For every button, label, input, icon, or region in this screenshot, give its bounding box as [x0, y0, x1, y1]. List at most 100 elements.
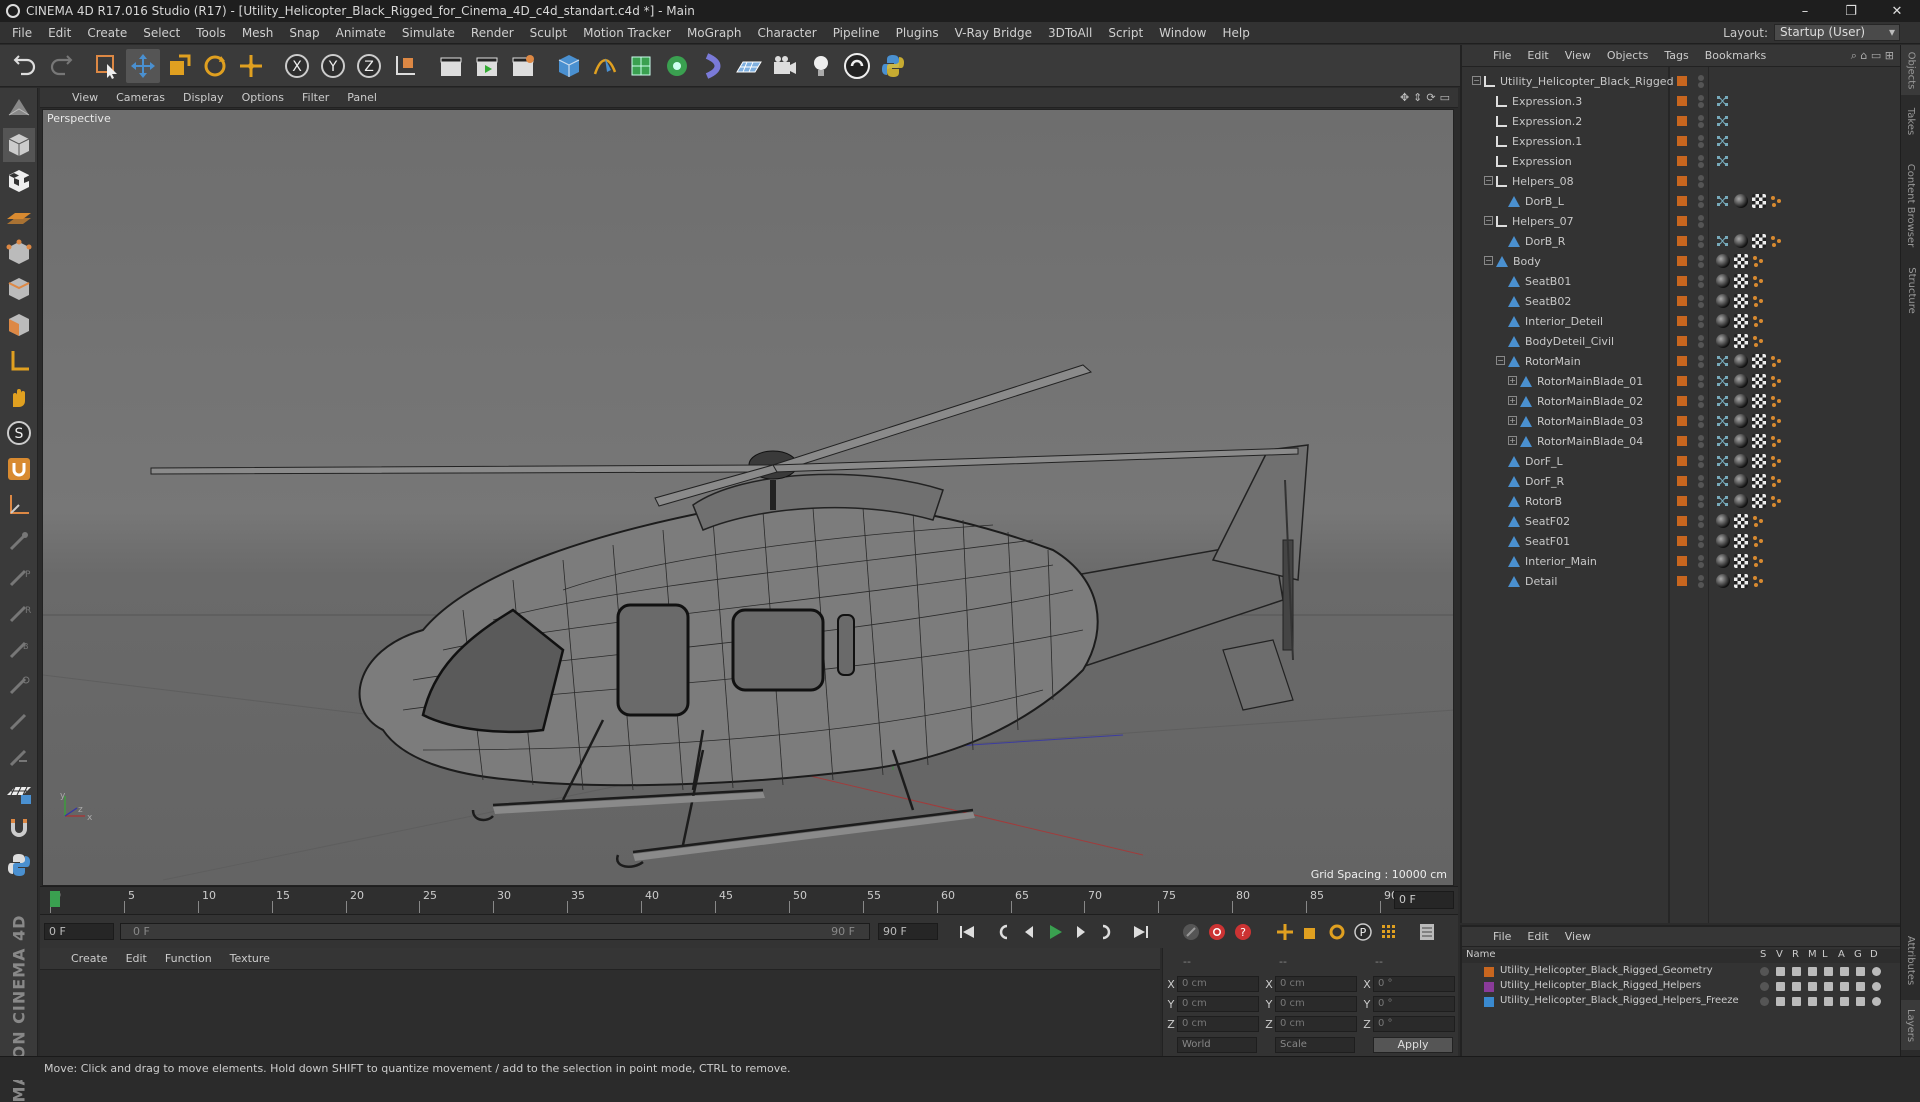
- material-tag-icon[interactable]: [1716, 314, 1730, 328]
- editor-visibility-dot[interactable]: [1698, 415, 1704, 421]
- layer-row[interactable]: Utility_Helicopter_Black_Rigged_Geometry: [1462, 965, 1902, 979]
- menu-help[interactable]: Help: [1214, 26, 1257, 40]
- layer-animation-toggle-icon[interactable]: [1840, 982, 1849, 991]
- editor-visibility-dot[interactable]: [1698, 455, 1704, 461]
- material-tag-icon[interactable]: [1734, 354, 1748, 368]
- layer-generators-toggle-icon[interactable]: [1856, 997, 1865, 1006]
- redo-button[interactable]: [44, 49, 78, 83]
- expand-toggle-icon[interactable]: −: [1496, 356, 1505, 365]
- layer-color-swatch[interactable]: [1677, 296, 1687, 306]
- editor-visibility-dot[interactable]: [1698, 355, 1704, 361]
- render-visibility-dot[interactable]: [1698, 182, 1704, 188]
- selection-tag-icon[interactable]: [1752, 515, 1764, 527]
- menu-mograph[interactable]: MoGraph: [679, 26, 750, 40]
- layer-locked-toggle-icon[interactable]: [1824, 967, 1833, 976]
- layer-manager-toggle-icon[interactable]: [1808, 997, 1817, 1006]
- render-visibility-dot[interactable]: [1698, 462, 1704, 468]
- editor-visibility-dot[interactable]: [1698, 495, 1704, 501]
- preview-range-slider[interactable]: 0 F 90 F: [120, 923, 870, 940]
- layer-deformers-toggle-icon[interactable]: [1872, 997, 1881, 1006]
- layer-manager-toggle-icon[interactable]: [1808, 982, 1817, 991]
- render-view-button[interactable]: [434, 49, 468, 83]
- selection-tag-icon[interactable]: [1752, 295, 1764, 307]
- layer-color-swatch[interactable]: [1677, 196, 1687, 206]
- timeline-ruler[interactable]: 051015202530354045505560657075808590 0 F: [40, 886, 1458, 914]
- layer-visible-editor-toggle-icon[interactable]: [1776, 982, 1785, 991]
- xpresso-tag-icon[interactable]: [1716, 94, 1730, 108]
- render-settings-button[interactable]: [506, 49, 540, 83]
- side-tab-takes[interactable]: Takes: [1901, 101, 1920, 141]
- key-scale-button[interactable]: [1298, 919, 1324, 945]
- live-selection-button[interactable]: [90, 49, 124, 83]
- array-button[interactable]: [660, 49, 694, 83]
- apply-button[interactable]: Apply: [1373, 1037, 1453, 1053]
- object-row[interactable]: Interior_Deteil: [1462, 311, 1902, 331]
- menu-create[interactable]: Create: [79, 26, 135, 40]
- material-tag-icon[interactable]: [1716, 334, 1730, 348]
- texture-tag-icon[interactable]: [1752, 454, 1766, 468]
- editor-visibility-dot[interactable]: [1698, 515, 1704, 521]
- selection-tag-icon[interactable]: [1752, 335, 1764, 347]
- key-position-button[interactable]: [1272, 919, 1298, 945]
- material-tag-icon[interactable]: [1734, 194, 1748, 208]
- viewport-menu-panel[interactable]: Panel: [341, 91, 383, 104]
- sculpt-tool-1-button[interactable]: [3, 524, 35, 558]
- menu-character[interactable]: Character: [749, 26, 824, 40]
- rotation-p-field[interactable]: 0 °: [1373, 996, 1455, 1012]
- material-menu-create[interactable]: Create: [64, 952, 115, 965]
- viewport-menu-view[interactable]: View: [66, 91, 104, 104]
- material-area[interactable]: [40, 970, 1160, 1056]
- objects-menu-edit[interactable]: Edit: [1520, 49, 1555, 62]
- size-z-field[interactable]: 0 cm: [1275, 1016, 1357, 1032]
- editor-visibility-dot[interactable]: [1698, 435, 1704, 441]
- menu-sculpt[interactable]: Sculpt: [522, 26, 575, 40]
- editor-visibility-dot[interactable]: [1698, 535, 1704, 541]
- editor-visibility-dot[interactable]: [1698, 215, 1704, 221]
- layer-visible-render-toggle-icon[interactable]: [1792, 982, 1801, 991]
- transform-tool-button[interactable]: [234, 49, 268, 83]
- xpresso-tag-icon[interactable]: [1716, 354, 1730, 368]
- texture-tag-icon[interactable]: [1734, 274, 1748, 288]
- editor-visibility-dot[interactable]: [1698, 575, 1704, 581]
- texture-tag-icon[interactable]: [1752, 354, 1766, 368]
- viewport-rotate-icon[interactable]: ⟳: [1426, 91, 1435, 104]
- editor-visibility-dot[interactable]: [1698, 75, 1704, 81]
- polygons-mode-button[interactable]: [3, 308, 35, 342]
- viewport-menu-display[interactable]: Display: [177, 91, 230, 104]
- objects-search-icon[interactable]: ⌕ ⌂ ▭ ⊞: [1851, 49, 1894, 63]
- editor-visibility-dot[interactable]: [1698, 395, 1704, 401]
- texture-tag-icon[interactable]: [1734, 314, 1748, 328]
- sculpt-tool-5-button[interactable]: [3, 668, 35, 702]
- next-key-button[interactable]: [1094, 919, 1120, 945]
- render-visibility-dot[interactable]: [1698, 242, 1704, 248]
- material-menu-texture[interactable]: Texture: [223, 952, 277, 965]
- expand-toggle-icon[interactable]: +: [1508, 376, 1517, 385]
- tweak-mode-button[interactable]: [3, 380, 35, 414]
- menu-edit[interactable]: Edit: [40, 26, 79, 40]
- editor-visibility-dot[interactable]: [1698, 115, 1704, 121]
- editor-visibility-dot[interactable]: [1698, 235, 1704, 241]
- xpresso-tag-icon[interactable]: [1716, 374, 1730, 388]
- close-button[interactable]: ✕: [1874, 0, 1920, 22]
- material-tag-icon[interactable]: [1716, 514, 1730, 528]
- selection-tag-icon[interactable]: [1770, 375, 1782, 387]
- undo-button[interactable]: [8, 49, 42, 83]
- current-frame-field[interactable]: 0 F: [1394, 891, 1454, 909]
- xpresso-tag-icon[interactable]: [1716, 434, 1730, 448]
- sculpt-tool-3-button[interactable]: R: [3, 596, 35, 630]
- selection-tag-icon[interactable]: [1752, 575, 1764, 587]
- layer-color-swatch[interactable]: [1677, 76, 1687, 86]
- menu-plugins[interactable]: Plugins: [888, 26, 947, 40]
- play-button[interactable]: [1042, 919, 1068, 945]
- pen-spline-button[interactable]: [588, 49, 622, 83]
- xpresso-tag-icon[interactable]: [1716, 194, 1730, 208]
- motion-path-button[interactable]: [1178, 919, 1204, 945]
- layer-color-swatch[interactable]: [1677, 536, 1687, 546]
- make-editable-button[interactable]: [3, 92, 35, 126]
- texture-tag-icon[interactable]: [1734, 514, 1748, 528]
- layer-row[interactable]: Utility_Helicopter_Black_Rigged_Helpers_…: [1462, 995, 1902, 1009]
- render-visibility-dot[interactable]: [1698, 82, 1704, 88]
- object-row[interactable]: RotorMainBlade_03 +: [1462, 411, 1902, 431]
- layer-color-swatch[interactable]: [1677, 376, 1687, 386]
- snap-button[interactable]: S: [3, 416, 35, 450]
